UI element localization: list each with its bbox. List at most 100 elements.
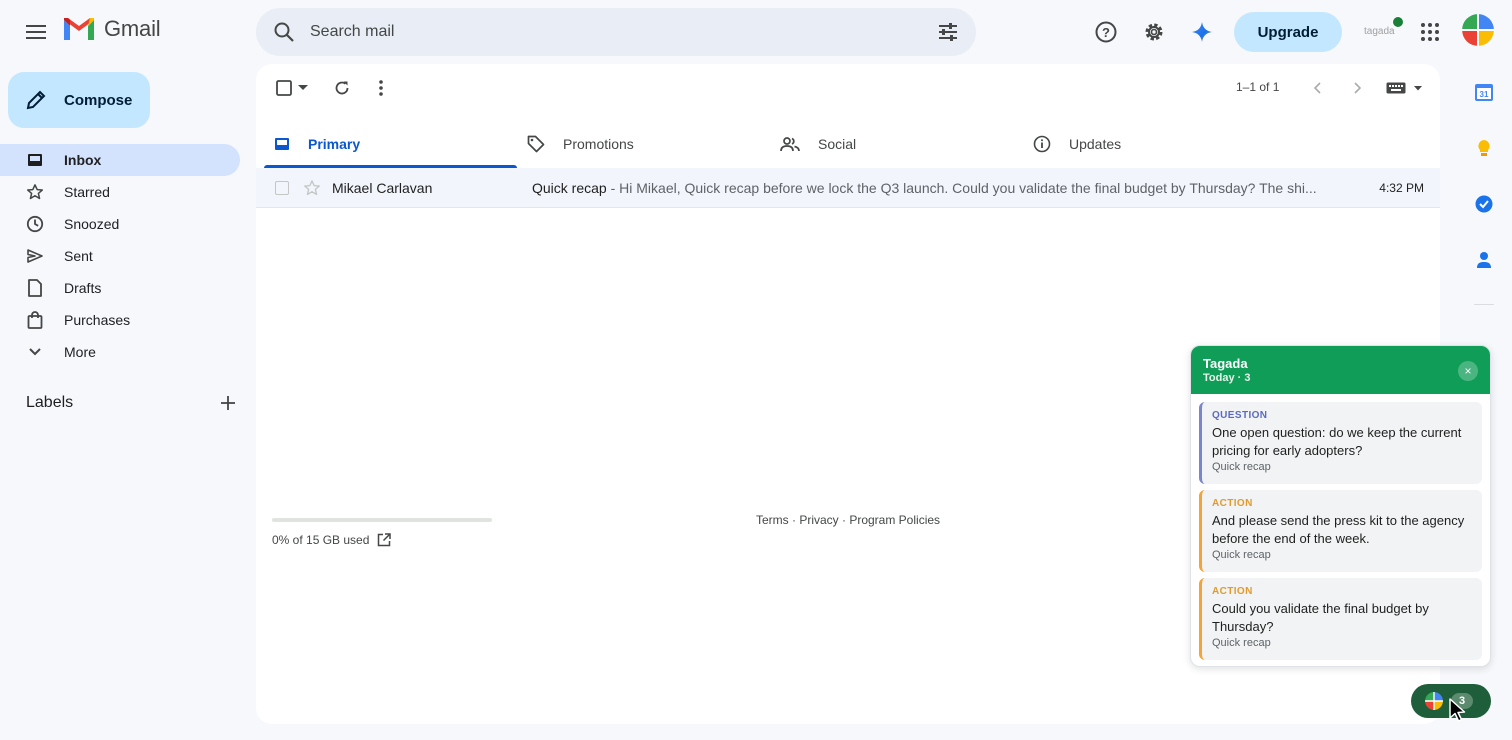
email-row[interactable]: Mikael Carlavan Quick recap - Hi Mikael,… [256,168,1440,208]
tagada-logo-icon [1425,692,1443,710]
bag-icon [27,311,43,329]
settings-button[interactable] [1138,16,1170,48]
pencil-icon [26,90,46,110]
card-text: And please send the press kit to the age… [1212,513,1465,546]
tagada-card-action[interactable]: ACTION Could you validate the final budg… [1199,578,1482,660]
help-button[interactable]: ? [1090,16,1122,48]
sidebar-item-inbox[interactable]: Inbox [0,144,240,176]
sidebar-item-label: Drafts [64,280,102,296]
sidebar-item-snoozed[interactable]: Snoozed [0,208,240,240]
top-bar: Gmail ? Upgrade tagada [0,0,1512,64]
older-button[interactable] [1345,76,1369,100]
tasks-icon[interactable] [1474,194,1494,214]
card-source: Quick recap [1212,637,1271,649]
search-options-icon[interactable] [936,20,960,44]
star-icon [26,184,44,200]
calendar-icon[interactable]: 31 [1474,82,1494,102]
storage-text: 0% of 15 GB used [272,533,370,547]
tab-primary[interactable]: Primary [264,120,517,168]
email-checkbox[interactable] [275,181,289,195]
side-divider [1474,304,1494,305]
tag-icon [527,135,545,153]
inbox-icon [275,138,289,150]
tab-label: Promotions [563,136,634,152]
main-menu-button[interactable] [20,16,52,48]
search-input[interactable] [310,8,910,56]
apps-button[interactable] [1414,16,1446,48]
category-tabs: Primary Promotions Social Updates [264,120,1440,168]
tab-label: Primary [308,136,361,152]
avatar[interactable] [1462,14,1494,46]
app-name: Gmail [104,16,161,41]
input-tools-button[interactable] [1384,76,1424,100]
tab-promotions[interactable]: Promotions [517,120,770,168]
card-source: Quick recap [1212,549,1271,561]
card-kind: QUESTION [1212,410,1268,421]
sidebar-item-starred[interactable]: Starred [0,176,240,208]
pagination-range: 1–1 of 1 [1236,80,1280,94]
contacts-icon[interactable] [1474,250,1494,270]
svg-text:?: ? [1102,25,1110,40]
sidebar-item-label: More [64,344,96,360]
tab-social[interactable]: Social [770,120,1023,168]
footer-links[interactable]: Terms · Privacy · Program Policies [756,513,940,527]
sidebar-item-label: Starred [64,184,110,200]
svg-text:31: 31 [1480,90,1489,99]
keep-icon[interactable] [1474,138,1494,158]
card-source: Quick recap [1212,461,1271,473]
tagada-card-question[interactable]: QUESTION One open question: do we keep t… [1199,402,1482,484]
tagada-card-action[interactable]: ACTION And please send the press kit to … [1199,490,1482,572]
tagada-header: Tagada Today · 3 × [1191,346,1490,394]
gemini-sparkle-icon [1192,22,1212,42]
refresh-icon [335,81,349,95]
sidebar-item-sent[interactable]: Sent [0,240,240,272]
open-external-icon[interactable] [377,533,392,547]
sidebar-item-drafts[interactable]: Drafts [0,272,240,304]
email-time: 4:32 PM [1379,181,1424,195]
draft-icon [28,279,42,297]
tagada-cards: QUESTION One open question: do we keep t… [1191,394,1490,660]
chevron-down-icon [29,348,41,356]
compose-button[interactable]: Compose [8,72,150,128]
labels-title: Labels [26,394,74,411]
email-sender: Mikael Carlavan [332,180,433,196]
tagada-close-button[interactable]: × [1458,361,1478,381]
add-label-icon[interactable] [220,395,236,411]
labels-header: Labels [26,394,236,412]
more-vert-icon [379,80,383,96]
sidebar-item-label: Snoozed [64,216,120,232]
refresh-button[interactable] [330,76,354,100]
more-options-button[interactable] [369,76,393,100]
newer-button[interactable] [1306,76,1330,100]
people-icon [780,137,800,152]
tab-updates[interactable]: Updates [1023,120,1276,168]
storage-usage: 0% of 15 GB used [272,533,392,547]
star-icon[interactable] [303,179,321,197]
send-icon [27,249,43,263]
sidebar-nav: Inbox Starred Snoozed Sent Drafts Purcha… [0,144,256,368]
email-subject-line: Quick recap - Hi Mikael, Quick recap bef… [532,180,1332,196]
mouse-cursor-icon [1449,698,1466,722]
gemini-button[interactable] [1186,16,1218,48]
card-text: Could you validate the final budget by T… [1212,601,1429,634]
sidebar-item-label: Purchases [64,312,131,328]
avatar-logo-icon [1462,14,1494,46]
gmail-logo[interactable]: Gmail [62,16,161,42]
tab-label: Updates [1069,136,1122,152]
apps-grid-icon [1421,23,1439,41]
select-all-checkbox[interactable] [272,76,312,100]
mail-toolbar: 1–1 of 1 [256,64,1440,112]
upgrade-button[interactable]: Upgrade [1234,12,1342,52]
account-label[interactable]: tagada [1364,26,1395,37]
sidebar-item-label: Sent [64,248,93,264]
sidebar-item-purchases[interactable]: Purchases [0,304,240,336]
tab-label: Social [818,136,857,152]
search-icon[interactable] [272,20,296,44]
search-bar [256,8,976,56]
card-text: One open question: do we keep the curren… [1212,425,1462,458]
sidebar-item-more[interactable]: More [0,336,240,368]
gear-icon [1145,23,1163,41]
info-icon [1033,135,1051,153]
checkbox-icon [276,80,292,96]
card-kind: ACTION [1212,498,1253,509]
